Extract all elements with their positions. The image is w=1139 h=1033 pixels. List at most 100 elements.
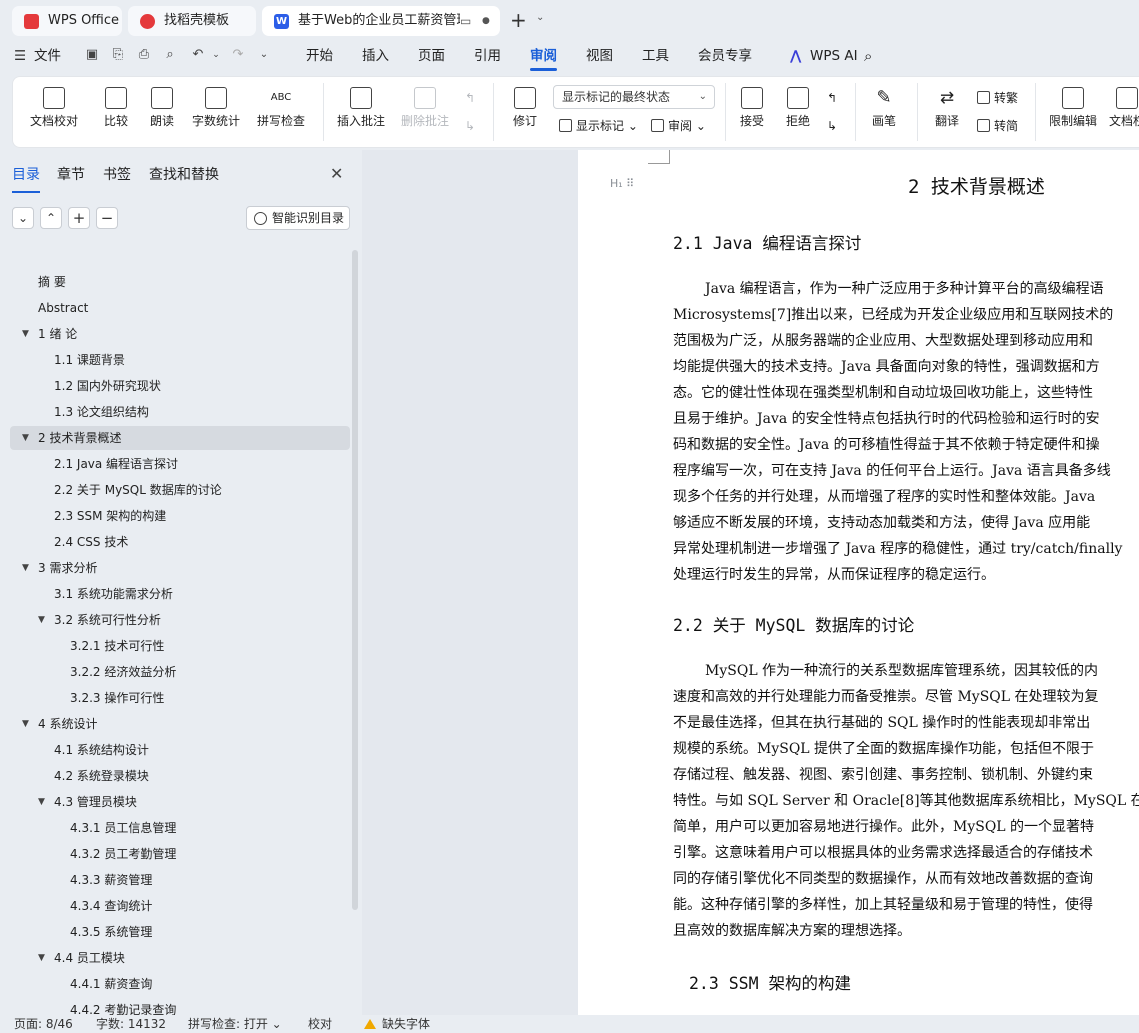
toc-scrollbar[interactable] (352, 250, 358, 910)
undo-icon[interactable]: ↶ (190, 47, 206, 63)
wps-ai-icon[interactable]: ⋀ (790, 40, 801, 72)
read-aloud-button[interactable]: 朗读 (147, 77, 177, 149)
toc-item[interactable]: 4.2 系统登录模块 (10, 764, 350, 788)
toc-item[interactable]: ▼ 3.2 系统可行性分析 (10, 608, 350, 632)
tab-template[interactable]: 找稻壳模板 (128, 6, 256, 36)
reject-button[interactable]: 拒绝 (781, 77, 815, 149)
toc-item[interactable]: 2.4 CSS 技术 (10, 530, 350, 554)
toc-item[interactable]: 4.3.3 薪资管理 (10, 868, 350, 892)
chevron-down-icon[interactable]: ⌄ (536, 12, 544, 23)
review-pane-button[interactable]: 审阅 ⌄ (651, 115, 706, 137)
show-markup-button[interactable]: 显示标记 ⌄ (559, 115, 638, 137)
toc-item[interactable]: 2.2 关于 MySQL 数据库的讨论 (10, 478, 350, 502)
toc-item[interactable]: 1.3 论文组织结构 (10, 400, 350, 424)
toc-item[interactable]: Abstract (10, 296, 350, 320)
expand-arrow-icon[interactable]: ▼ (22, 322, 29, 346)
toc-item[interactable]: ▼ 4.3 管理员模块 (10, 790, 350, 814)
undo-dropdown-icon[interactable]: ⌄ (208, 47, 224, 63)
expand-arrow-icon[interactable]: ▼ (38, 946, 45, 970)
expand-arrow-icon[interactable]: ▼ (22, 556, 29, 580)
export-icon[interactable]: ⎘ (110, 47, 126, 63)
toc-item[interactable]: ▼ 3 需求分析 (10, 556, 350, 580)
markup-state-select[interactable]: 显示标记的最终状态 ⌄ (553, 85, 715, 109)
toc-item[interactable]: 4.4.2 考勤记录查询 (10, 998, 350, 1015)
menu-insert[interactable]: 插入 (362, 40, 389, 72)
expand-arrow-icon[interactable]: ▼ (22, 426, 29, 450)
accept-button[interactable]: 接受 (735, 77, 769, 149)
toc-item[interactable]: 3.2.3 操作可行性 (10, 686, 350, 710)
menu-view[interactable]: 视图 (586, 40, 613, 72)
next-comment-icon[interactable]: ↳ (465, 115, 475, 137)
search-icon[interactable]: ⌕ (864, 40, 872, 72)
word-count-button[interactable]: 字数统计 (189, 77, 243, 149)
toc-item[interactable]: ▼ 2 技术背景概述 (10, 426, 350, 450)
expand-arrow-icon[interactable]: ▼ (22, 712, 29, 736)
menu-wps-ai[interactable]: WPS AI (810, 40, 858, 72)
menu-references[interactable]: 引用 (474, 40, 501, 72)
toc-item[interactable]: 4.3.1 员工信息管理 (10, 816, 350, 840)
expand-up-icon[interactable]: ⌃ (40, 207, 62, 229)
toc-item[interactable]: 2.3 SSM 架构的构建 (10, 504, 350, 528)
toc-item[interactable]: ▼ 4.4 员工模块 (10, 946, 350, 970)
insert-comment-button[interactable]: 插入批注 (335, 77, 387, 149)
document-page[interactable]: H₁ ⠿ 2 技术背景概述 2.1 Java 编程语言探讨 Java 编程语言，作… (578, 150, 1139, 1015)
menu-member[interactable]: 会员专享 (698, 40, 752, 72)
toc-item[interactable]: 1.2 国内外研究现状 (10, 374, 350, 398)
panel-tab-find-replace[interactable]: 查找和替换 (149, 164, 219, 184)
toc-item[interactable]: 4.3.2 员工考勤管理 (10, 842, 350, 866)
toc-item[interactable]: 4.3.4 查询统计 (10, 894, 350, 918)
toc-item[interactable]: 3.2.1 技术可行性 (10, 634, 350, 658)
panel-tab-bookmarks[interactable]: 书签 (103, 164, 131, 184)
pen-button[interactable]: ✎ 画笔 (869, 77, 899, 149)
close-icon[interactable]: ✕ (330, 164, 343, 183)
spell-check-status[interactable]: 拼写检查: 打开 ⌄ (188, 1015, 282, 1033)
expand-arrow-icon[interactable]: ▼ (38, 608, 45, 632)
redo-icon[interactable]: ↷ (230, 47, 246, 63)
menu-page[interactable]: 页面 (418, 40, 445, 72)
monitor-icon[interactable]: ▭ (460, 6, 471, 36)
next-change-icon[interactable]: ↳ (827, 115, 837, 137)
menu-tools[interactable]: 工具 (642, 40, 669, 72)
tab-wps-office[interactable]: WPS Office (12, 6, 122, 36)
restrict-edit-button[interactable]: 限制编辑 (1047, 77, 1099, 149)
collapse-all-icon[interactable]: ⌄ (12, 207, 34, 229)
menu-review[interactable]: 审阅 (530, 40, 557, 72)
translate-button[interactable]: ⇄ 翻译 (927, 77, 967, 149)
to-traditional-button[interactable]: 转繁 (977, 87, 1018, 109)
toc-item[interactable]: 2.1 Java 编程语言探讨 (10, 452, 350, 476)
menu-file[interactable]: 文件 (34, 40, 61, 72)
toc-item[interactable]: 摘 要 (10, 270, 350, 294)
proof-status[interactable]: 校对 (308, 1015, 332, 1033)
doc-check-button[interactable]: 文档校对 (27, 77, 81, 149)
spell-check-button[interactable]: ABC 拼写检查 (251, 77, 311, 149)
doc-permission-button[interactable]: 文档权 (1107, 77, 1139, 149)
add-heading-icon[interactable]: + (68, 207, 90, 229)
new-tab-icon[interactable]: + (510, 8, 527, 32)
print-icon[interactable]: ⎙ (136, 47, 152, 63)
prev-comment-icon[interactable]: ↰ (465, 87, 475, 109)
toc-item[interactable]: 3.1 系统功能需求分析 (10, 582, 350, 606)
page-indicator[interactable]: 页面: 8/46 (14, 1015, 73, 1033)
panel-tab-toc[interactable]: 目录 (12, 164, 40, 193)
toc-item[interactable]: ▼ 1 绪 论 (10, 322, 350, 346)
save-icon[interactable]: ▣ (84, 47, 100, 63)
menu-start[interactable]: 开始 (306, 40, 333, 72)
tab-dot-icon[interactable]: ● (482, 6, 490, 36)
heading-marker-icon[interactable]: H₁ ⠿ (610, 177, 634, 190)
toc-item[interactable]: ▼ 4 系统设计 (10, 712, 350, 736)
panel-tab-chapters[interactable]: 章节 (57, 164, 85, 184)
missing-font-status[interactable]: 缺失字体 (364, 1015, 430, 1033)
prev-change-icon[interactable]: ↰ (827, 87, 837, 109)
toc-item[interactable]: 4.4.1 薪资查询 (10, 972, 350, 996)
tab-document[interactable]: W 基于Web的企业员工薪资管理 ▭ ● (262, 6, 500, 36)
revise-button[interactable]: 修订 (505, 77, 545, 149)
hamburger-icon[interactable]: ☰ (14, 40, 26, 72)
toc-item[interactable]: 4.3.5 系统管理 (10, 920, 350, 944)
toc-item[interactable]: 4.1 系统结构设计 (10, 738, 350, 762)
expand-arrow-icon[interactable]: ▼ (38, 790, 45, 814)
print-preview-icon[interactable]: ⌕ (162, 47, 178, 63)
toc-item[interactable]: 1.1 课题背景 (10, 348, 350, 372)
compare-button[interactable]: 比较 (95, 77, 137, 149)
to-simplified-button[interactable]: 转简 (977, 115, 1018, 137)
word-count-status[interactable]: 字数: 14132 (96, 1015, 166, 1033)
